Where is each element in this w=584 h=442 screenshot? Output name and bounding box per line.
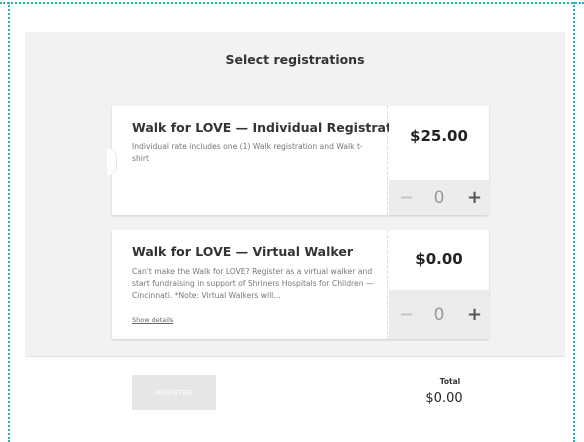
registration-description: Individual rate includes one (1) Walk re… bbox=[132, 142, 363, 163]
frame-left-border bbox=[8, 2, 10, 442]
page-title: Select registrations bbox=[225, 52, 365, 67]
price-box: $25.00 bbox=[389, 106, 489, 168]
decrement-button[interactable]: − bbox=[399, 188, 414, 207]
registration-price: $0.00 bbox=[415, 250, 463, 268]
card-info: Walk for LOVE — Individual Registration … bbox=[107, 106, 414, 215]
frame-right-border bbox=[573, 2, 575, 442]
quantity-stepper: − 0 + bbox=[389, 180, 489, 215]
registration-description: Can't make the Walk for LOVE? Register a… bbox=[132, 267, 374, 300]
registration-card-virtual: Walk for LOVE — Virtual Walker Can't mak… bbox=[112, 230, 489, 339]
footer-divider bbox=[25, 356, 565, 357]
increment-button[interactable]: + bbox=[467, 305, 482, 324]
quantity-value: 0 bbox=[433, 304, 445, 325]
increment-button[interactable]: + bbox=[467, 188, 482, 207]
registration-price: $25.00 bbox=[410, 127, 468, 145]
register-button[interactable]: REGISTER bbox=[132, 375, 216, 410]
registration-name: Walk for LOVE — Virtual Walker bbox=[132, 244, 354, 259]
quantity-value: 0 bbox=[433, 187, 445, 208]
price-box: $0.00 bbox=[389, 230, 489, 292]
quantity-stepper: − 0 + bbox=[389, 290, 489, 339]
card-info: Walk for LOVE — Virtual Walker Can't mak… bbox=[112, 230, 388, 339]
frame-top-border bbox=[0, 2, 584, 4]
registration-name: Walk for LOVE — Individual Registration bbox=[132, 120, 414, 135]
decrement-button[interactable]: − bbox=[399, 305, 414, 324]
total-value: $0.00 bbox=[425, 391, 463, 406]
registration-card-individual: Walk for LOVE — Individual Registration … bbox=[107, 106, 489, 215]
show-details-link[interactable]: Show details bbox=[132, 316, 173, 324]
total-label: Total bbox=[439, 377, 461, 386]
ticket-notch bbox=[107, 148, 117, 176]
